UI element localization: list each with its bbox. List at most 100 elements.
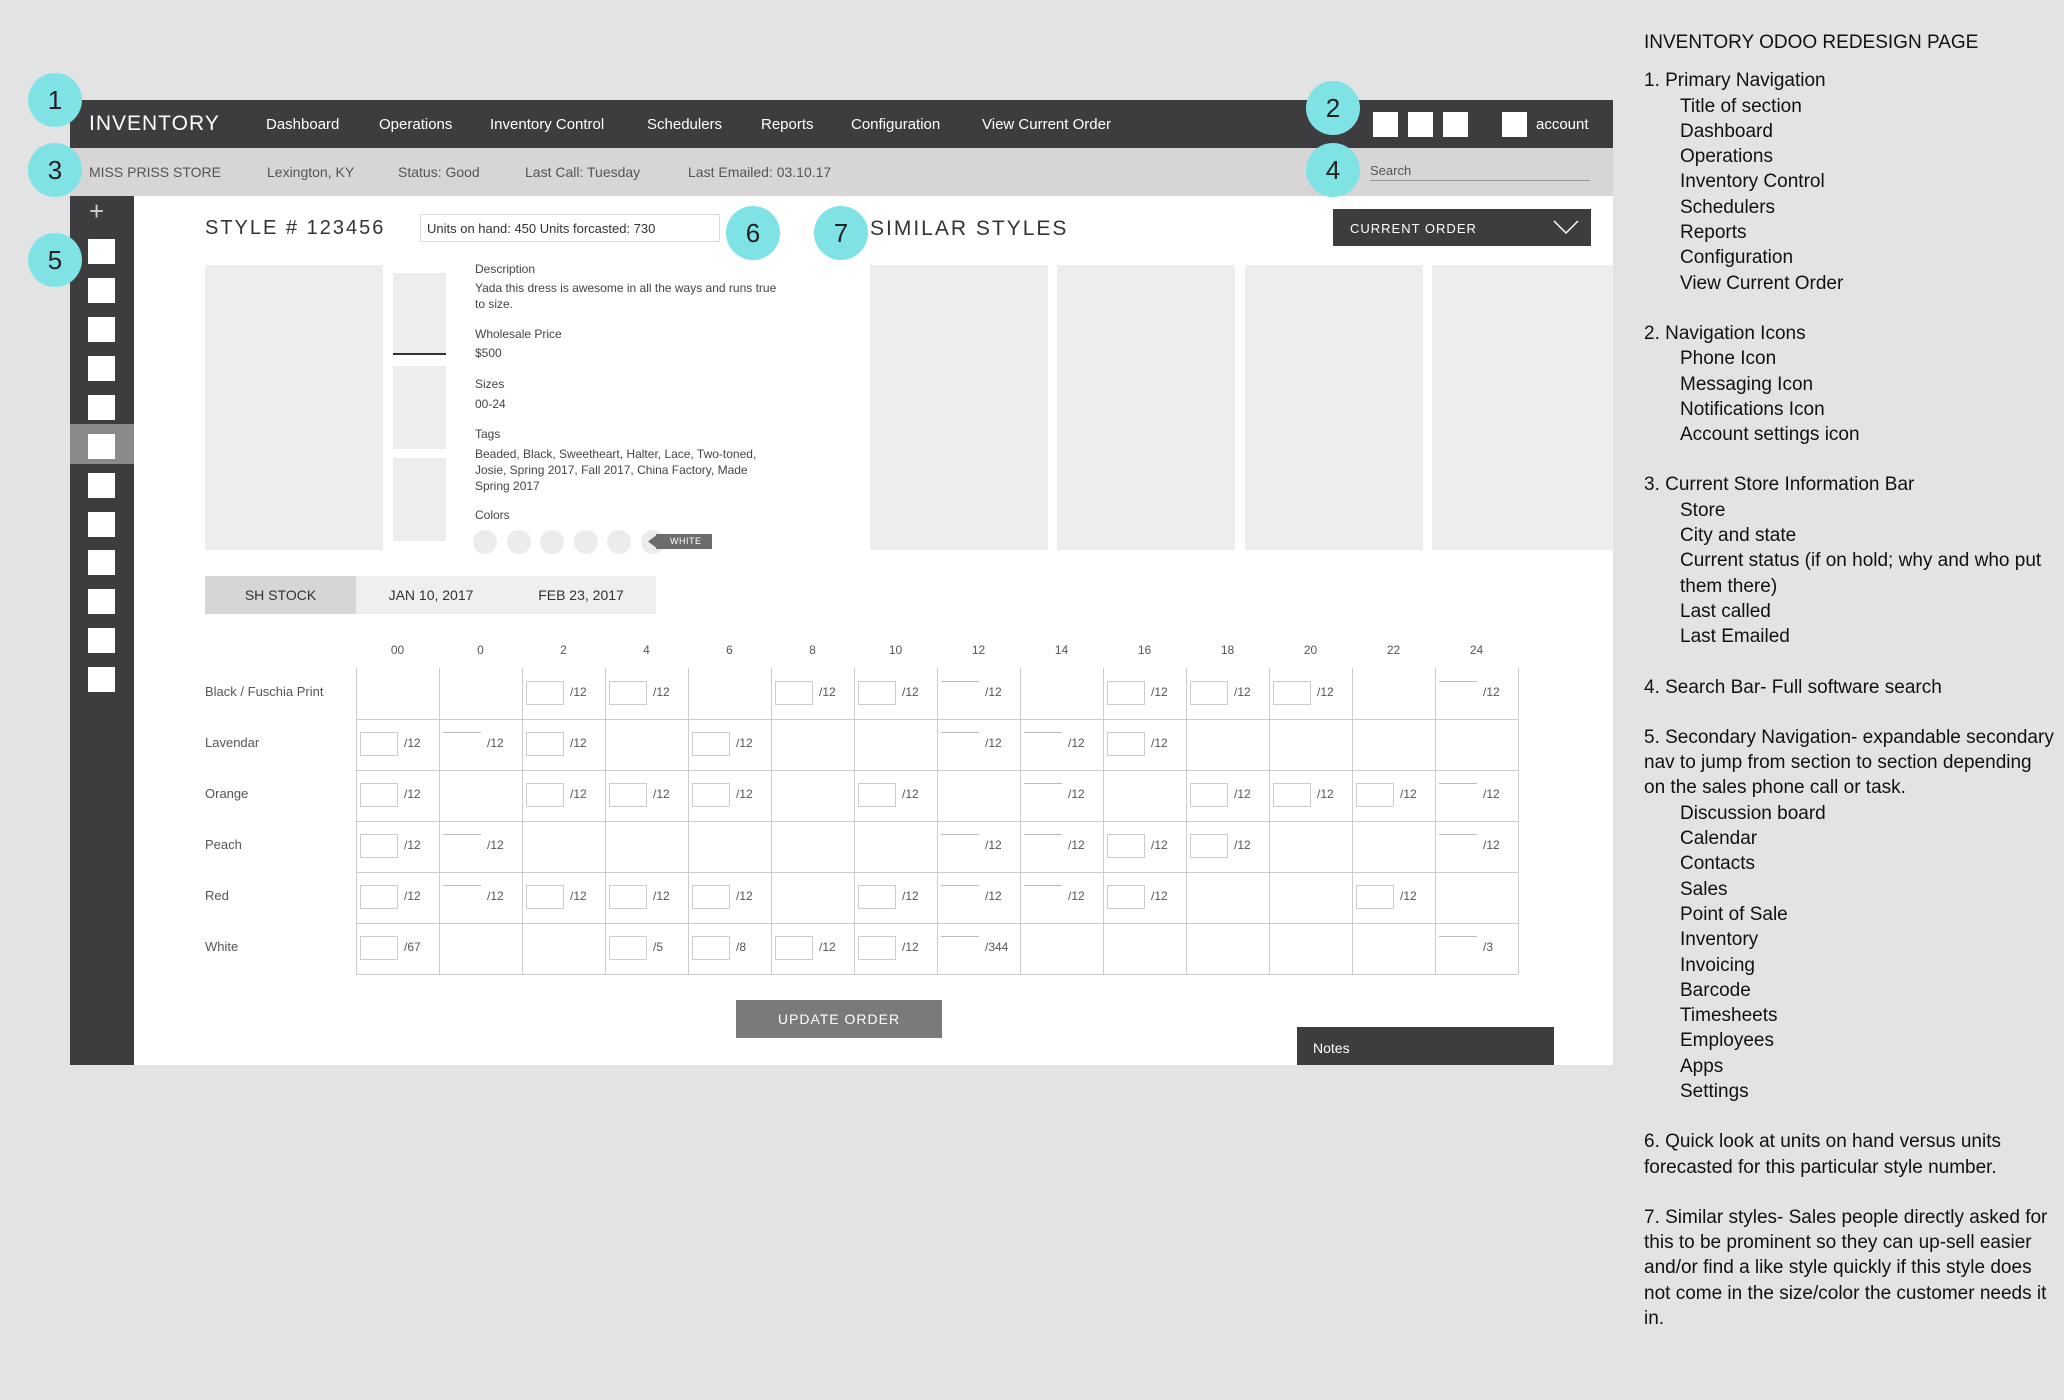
similar-style-card[interactable] bbox=[1432, 265, 1613, 550]
quantity-input[interactable] bbox=[360, 885, 398, 909]
sidebar-item-timesheets[interactable] bbox=[88, 550, 115, 575]
quantity-input[interactable] bbox=[1024, 783, 1062, 784]
nav-item-operations[interactable]: Operations bbox=[379, 116, 452, 133]
sidebar-item-settings[interactable] bbox=[88, 667, 115, 692]
messaging-icon[interactable] bbox=[1408, 112, 1433, 137]
quantity-input[interactable] bbox=[775, 681, 813, 705]
sidebar-item-inventory[interactable] bbox=[88, 434, 115, 459]
sidebar-item-sales[interactable] bbox=[88, 356, 115, 381]
quantity-input[interactable] bbox=[941, 681, 979, 682]
tab-feb-23-2017[interactable]: FEB 23, 2017 bbox=[506, 576, 656, 614]
quantity-input[interactable] bbox=[941, 885, 979, 886]
sidebar-item-barcode[interactable] bbox=[88, 512, 115, 537]
quantity-input[interactable] bbox=[1107, 834, 1145, 858]
quantity-input[interactable] bbox=[1273, 681, 1311, 705]
quantity-input[interactable] bbox=[360, 834, 398, 858]
color-swatch[interactable] bbox=[607, 530, 631, 554]
sidebar-item-discussion-board[interactable] bbox=[88, 239, 115, 264]
notes-section-title: 7. Similar styles- Sales people directly… bbox=[1644, 1206, 2048, 1330]
annotation-bubble: 5 bbox=[28, 233, 82, 287]
quantity-input[interactable] bbox=[1273, 783, 1311, 807]
tab-jan-10-2017[interactable]: JAN 10, 2017 bbox=[356, 576, 506, 614]
similar-style-card[interactable] bbox=[1057, 265, 1235, 550]
current-order-dropdown[interactable]: CURRENT ORDER bbox=[1333, 209, 1591, 246]
nav-item-configuration[interactable]: Configuration bbox=[851, 116, 940, 133]
nav-item-inventory-control[interactable]: Inventory Control bbox=[490, 116, 604, 133]
quantity-input[interactable] bbox=[360, 732, 398, 756]
quantity-input[interactable] bbox=[1190, 834, 1228, 858]
quantity-input[interactable] bbox=[1356, 885, 1394, 909]
quantity-input[interactable] bbox=[609, 681, 647, 705]
sidebar-item-employees[interactable] bbox=[88, 589, 115, 614]
notes-item: Invoicing bbox=[1680, 954, 1755, 976]
quantity-input[interactable] bbox=[526, 732, 564, 756]
quantity-input[interactable] bbox=[443, 834, 481, 835]
quantity-input[interactable] bbox=[526, 885, 564, 909]
quantity-input[interactable] bbox=[1356, 783, 1394, 807]
quantity-input[interactable] bbox=[609, 783, 647, 807]
color-swatch[interactable] bbox=[473, 530, 497, 554]
nav-item-view-current-order[interactable]: View Current Order bbox=[982, 116, 1111, 133]
color-swatch[interactable] bbox=[507, 530, 531, 554]
sidebar-item-contacts[interactable] bbox=[88, 317, 115, 342]
quantity-input[interactable] bbox=[941, 732, 979, 733]
quantity-input[interactable] bbox=[609, 885, 647, 909]
quantity-input[interactable] bbox=[858, 783, 896, 807]
quantity-input[interactable] bbox=[526, 681, 564, 705]
nav-item-schedulers[interactable]: Schedulers bbox=[647, 116, 722, 133]
search-input[interactable] bbox=[1370, 161, 1590, 181]
notifications-icon[interactable] bbox=[1443, 112, 1468, 137]
quantity-input[interactable] bbox=[443, 885, 481, 886]
size-column-header: 00 bbox=[390, 643, 405, 657]
update-order-button[interactable]: UPDATE ORDER bbox=[736, 1000, 942, 1038]
nav-item-reports[interactable]: Reports bbox=[761, 116, 814, 133]
color-swatch[interactable] bbox=[540, 530, 564, 554]
quantity-input[interactable] bbox=[1024, 885, 1062, 886]
quantity-input[interactable] bbox=[1439, 681, 1477, 682]
quantity-input[interactable] bbox=[443, 732, 481, 733]
product-thumbnail[interactable] bbox=[393, 366, 446, 449]
quantity-input[interactable] bbox=[775, 936, 813, 960]
similar-style-card[interactable] bbox=[870, 265, 1048, 550]
sidebar-item-point-of-sale[interactable] bbox=[88, 395, 115, 420]
sidebar-item-invoicing[interactable] bbox=[88, 473, 115, 498]
quantity-input[interactable] bbox=[1190, 681, 1228, 705]
quantity-input[interactable] bbox=[941, 936, 979, 937]
quantity-input[interactable] bbox=[941, 834, 979, 835]
similar-style-card[interactable] bbox=[1245, 265, 1423, 550]
quantity-input[interactable] bbox=[858, 681, 896, 705]
quantity-input[interactable] bbox=[1439, 936, 1477, 937]
quantity-input[interactable] bbox=[692, 732, 730, 756]
quantity-input[interactable] bbox=[692, 783, 730, 807]
quantity-input[interactable] bbox=[1439, 783, 1477, 784]
quantity-input[interactable] bbox=[1107, 732, 1145, 756]
quantity-input[interactable] bbox=[692, 885, 730, 909]
sidebar-item-calendar[interactable] bbox=[88, 278, 115, 303]
phone-icon[interactable] bbox=[1373, 112, 1398, 137]
quantity-input[interactable] bbox=[1190, 783, 1228, 807]
quantity-input[interactable] bbox=[609, 936, 647, 960]
size-column-header: 4 bbox=[643, 643, 650, 657]
quantity-input[interactable] bbox=[858, 885, 896, 909]
quantity-input[interactable] bbox=[360, 936, 398, 960]
color-swatch[interactable] bbox=[574, 530, 598, 554]
nav-item-dashboard[interactable]: Dashboard bbox=[266, 116, 339, 133]
notes-panel-header[interactable]: Notes bbox=[1297, 1027, 1554, 1065]
quantity-input[interactable] bbox=[1024, 732, 1062, 733]
quantity-input[interactable] bbox=[1107, 885, 1145, 909]
quantity-input[interactable] bbox=[526, 783, 564, 807]
quantity-input[interactable] bbox=[692, 936, 730, 960]
quantity-input[interactable] bbox=[360, 783, 398, 807]
quantity-input[interactable] bbox=[858, 936, 896, 960]
expand-plus-icon[interactable]: + bbox=[89, 196, 104, 227]
quantity-input[interactable] bbox=[1024, 834, 1062, 835]
account-settings-icon[interactable] bbox=[1502, 112, 1527, 137]
account-link[interactable]: account bbox=[1536, 116, 1589, 133]
tab-sh-stock[interactable]: SH STOCK bbox=[205, 576, 356, 614]
quantity-input[interactable] bbox=[1107, 681, 1145, 705]
product-thumbnail[interactable] bbox=[393, 458, 446, 541]
product-thumbnail[interactable] bbox=[393, 273, 446, 353]
product-main-image[interactable] bbox=[205, 265, 383, 550]
quantity-input[interactable] bbox=[1439, 834, 1477, 835]
sidebar-item-apps[interactable] bbox=[88, 628, 115, 653]
